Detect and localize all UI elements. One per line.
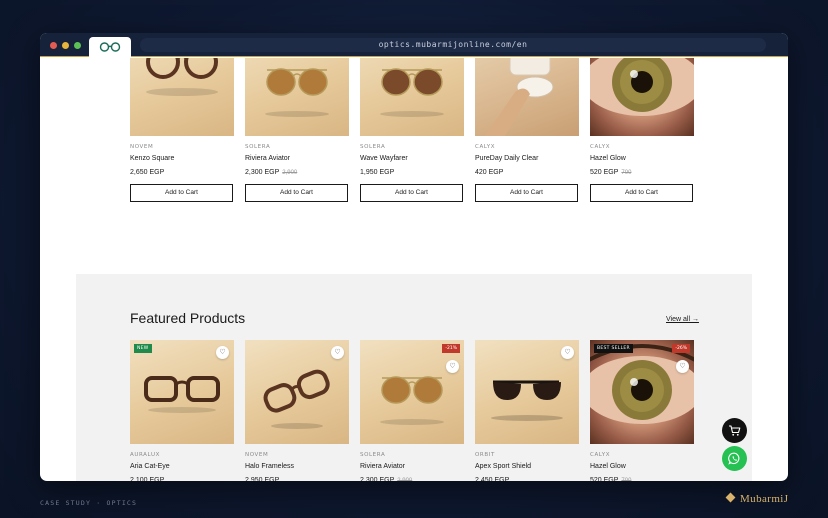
diamond-icon	[725, 492, 736, 503]
product-card[interactable]: ♡ CALYX Hazel Glow 520 EGP700 Add to Car…	[590, 58, 694, 202]
product-price-row: 2,100 EGP	[130, 477, 234, 481]
page-viewport: ♡ NOVEM Kenzo Square 2,650 EGP Add to Ca…	[76, 58, 752, 481]
wishlist-heart-icon[interactable]: ♡	[561, 346, 574, 359]
wishlist-heart-icon[interactable]: ♡	[216, 346, 229, 359]
product-price-row: 2,300 EGP 2,900	[245, 169, 349, 176]
wishlist-heart-icon[interactable]: ♡	[331, 346, 344, 359]
product-brand: NOVEM	[130, 144, 154, 150]
minimize-window-dot[interactable]	[62, 42, 69, 49]
product-price: 2,450 EGP	[475, 477, 510, 481]
product-brand: CALYX	[590, 452, 611, 458]
add-to-cart-button[interactable]: Add to Cart	[360, 184, 463, 202]
product-price-row: 1,950 EGP	[360, 169, 464, 176]
floating-cart-button[interactable]	[722, 418, 747, 443]
product-name[interactable]: Riviera Aviator	[245, 155, 349, 162]
wishlist-heart-icon[interactable]: ♡	[446, 360, 459, 373]
brand-logo-text: MubarmiJ	[740, 493, 789, 505]
product-card[interactable]: ♡ SOLERA Wave Wayfarer 1,950 EGP Add to …	[360, 58, 464, 202]
product-price: 2,300 EGP	[245, 169, 280, 176]
product-image[interactable]: ♡	[130, 58, 234, 136]
product-price: 2,950 EGP	[245, 477, 280, 481]
product-brand: SOLERA	[245, 144, 271, 150]
top-products-section: ♡ NOVEM Kenzo Square 2,650 EGP Add to Ca…	[76, 58, 752, 274]
product-price-row: 420 EGP	[475, 169, 579, 176]
product-card[interactable]: ♡ CALYX PureDay Daily Clear 420 EGP Add …	[475, 58, 579, 202]
product-card[interactable]: ♡ NOVEM Kenzo Square 2,650 EGP Add to Ca…	[130, 58, 234, 202]
close-window-dot[interactable]	[50, 42, 57, 49]
product-price: 1,950 EGP	[360, 169, 395, 176]
product-image[interactable]: ♡	[475, 58, 579, 136]
product-image[interactable]: ♡	[475, 340, 579, 444]
floating-whatsapp-button[interactable]	[722, 446, 747, 471]
product-price: 520 EGP	[590, 477, 619, 481]
product-name[interactable]: Halo Frameless	[245, 463, 349, 470]
product-brand: SOLERA	[360, 144, 386, 150]
maximize-window-dot[interactable]	[74, 42, 81, 49]
product-old-price: 700	[621, 170, 632, 176]
product-price-row: 520 EGP 700	[590, 477, 694, 481]
product-name[interactable]: Riviera Aviator	[360, 463, 464, 470]
browser-tab[interactable]	[89, 37, 131, 57]
product-badge: NEW	[134, 344, 152, 353]
product-brand: ORBIT	[475, 452, 495, 458]
discount-badge: -26%	[672, 344, 690, 353]
product-brand: CALYX	[475, 144, 496, 150]
product-name[interactable]: PureDay Daily Clear	[475, 155, 579, 162]
product-old-price: 2,900	[397, 478, 413, 481]
product-image[interactable]: ♡	[245, 58, 349, 136]
product-brand: NOVEM	[245, 452, 269, 458]
product-image[interactable]: ♡	[590, 58, 694, 136]
product-price-row: 2,450 EGP	[475, 477, 579, 481]
view-all-link[interactable]: View all →	[666, 316, 699, 323]
product-old-price: 2,900	[282, 170, 298, 176]
featured-title: Featured Products	[130, 310, 246, 326]
whatsapp-icon	[728, 452, 740, 465]
product-card[interactable]: -21% ♡ SOLERA Riviera Aviator 2,300 EGP 2…	[360, 340, 464, 481]
browser-window: optics.mubarmijonline.com/en ♡ NOVEM Ken…	[40, 33, 788, 481]
product-name[interactable]: Kenzo Square	[130, 155, 234, 162]
address-bar[interactable]: optics.mubarmijonline.com/en	[140, 38, 766, 52]
product-price: 2,300 EGP	[360, 477, 395, 481]
product-price-row: 2,650 EGP	[130, 169, 234, 176]
product-price-row: 520 EGP 700	[590, 169, 694, 176]
product-brand: SOLERA	[360, 452, 386, 458]
product-image[interactable]: ♡	[360, 58, 464, 136]
brand-logo: MubarmiJ	[725, 492, 789, 505]
footer-caption: CASE STUDY · OPTICS	[40, 499, 138, 507]
browser-chrome: optics.mubarmijonline.com/en	[40, 33, 788, 57]
product-price-row: 2,300 EGP 2,900	[360, 477, 464, 481]
product-image[interactable]: NEW ♡	[130, 340, 234, 444]
product-image[interactable]: -21% ♡	[360, 340, 464, 444]
add-to-cart-button[interactable]: Add to Cart	[475, 184, 578, 202]
product-name[interactable]: Hazel Glow	[590, 155, 694, 162]
wishlist-heart-icon[interactable]: ♡	[676, 360, 689, 373]
discount-badge: -21%	[442, 344, 460, 353]
product-price: 2,100 EGP	[130, 477, 165, 481]
product-card[interactable]: ♡ NOVEM Halo Frameless 2,950 EGP Add to …	[245, 340, 349, 481]
product-price-row: 2,950 EGP	[245, 477, 349, 481]
add-to-cart-button[interactable]: Add to Cart	[130, 184, 233, 202]
product-badge: BEST SELLER	[594, 344, 633, 353]
add-to-cart-button[interactable]: Add to Cart	[590, 184, 693, 202]
product-brand: CALYX	[590, 144, 611, 150]
product-card[interactable]: ♡ ORBIT Apex Sport Shield 2,450 EGP Add …	[475, 340, 579, 481]
product-image[interactable]: ♡	[245, 340, 349, 444]
product-price: 520 EGP	[590, 169, 619, 176]
product-price: 420 EGP	[475, 169, 504, 176]
featured-products-section: Featured Products View all → NEW ♡ AURAL…	[76, 274, 752, 481]
product-name[interactable]: Hazel Glow	[590, 463, 694, 470]
product-brand: AURALUX	[130, 452, 160, 458]
product-card[interactable]: ♡ SOLERA Riviera Aviator 2,300 EGP2,900 …	[245, 58, 349, 202]
add-to-cart-button[interactable]: Add to Cart	[245, 184, 348, 202]
cart-icon	[729, 425, 741, 436]
product-name[interactable]: Wave Wayfarer	[360, 155, 464, 162]
product-image[interactable]: BEST SELLER -26% ♡	[590, 340, 694, 444]
product-old-price: 700	[621, 478, 632, 481]
product-card[interactable]: NEW ♡ AURALUX Aria Cat-Eye 2,100 EGP Add…	[130, 340, 234, 481]
product-price: 2,650 EGP	[130, 169, 165, 176]
product-name[interactable]: Apex Sport Shield	[475, 463, 579, 470]
product-card[interactable]: BEST SELLER -26% ♡ CALYX Hazel Glow 520 E…	[590, 340, 694, 481]
glasses-icon	[99, 42, 121, 52]
product-name[interactable]: Aria Cat-Eye	[130, 463, 234, 470]
